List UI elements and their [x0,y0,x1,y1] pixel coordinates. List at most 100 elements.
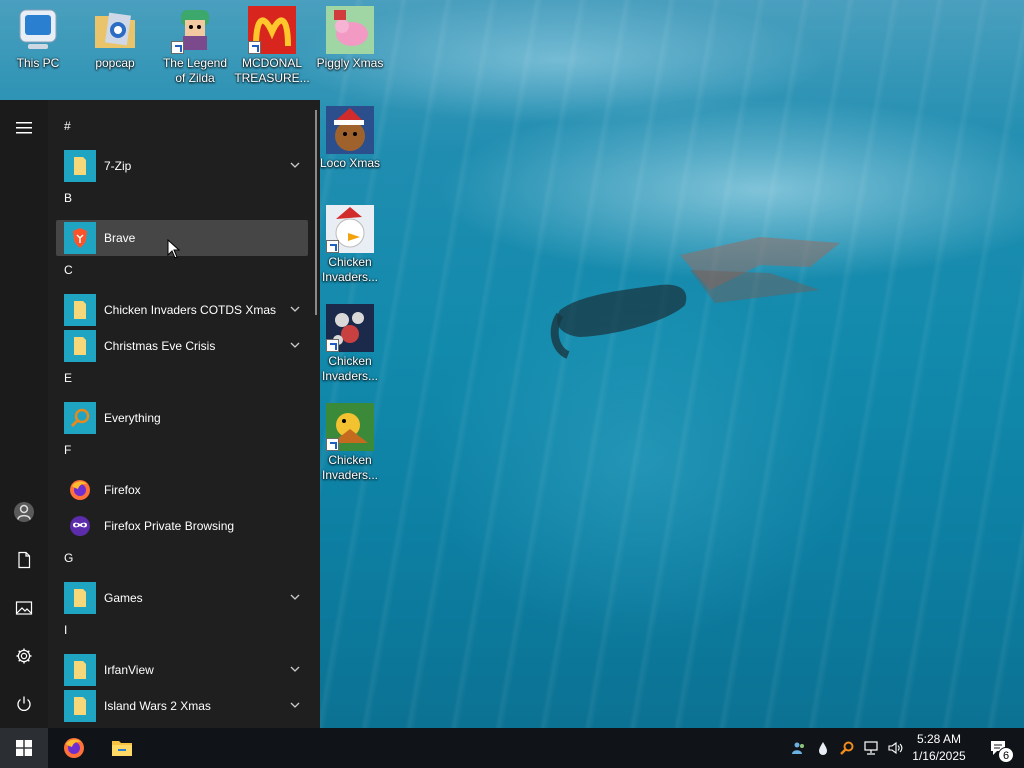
group-header-i[interactable]: I [56,616,308,652]
desktop-icon-chicken-invaders-2[interactable]: Chicken Invaders... [312,304,388,384]
start-button[interactable] [0,728,48,768]
group-header-f[interactable]: F [56,436,308,472]
desktop-icon-label: Chicken Invaders... [321,255,379,284]
power-icon [17,696,31,711]
expand-menu-button[interactable] [0,104,48,152]
tray-people-button[interactable] [790,739,808,757]
game-icon [326,6,374,54]
desktop-icon-label: MCDONAL TREASURE... [234,56,310,85]
app-label: Island Wars 2 Xmas [104,699,211,713]
shortcut-arrow-icon [326,240,339,253]
clock-time: 5:28 AM [916,732,962,746]
power-button[interactable] [0,680,48,728]
app-list-scrollbar[interactable] [315,110,317,315]
app-item-brave[interactable]: Brave [56,220,308,256]
group-header-e[interactable]: E [56,364,308,400]
folder-icon [64,294,96,326]
chevron-down-icon[interactable] [288,302,302,316]
start-menu-rail [0,100,48,728]
desktop-icon-label: popcap [95,56,135,70]
desktop-icon-label: The Legend of Zilda [162,56,228,85]
computer-icon [14,6,62,54]
app-item-everything[interactable]: Everything [56,400,308,436]
tray-network-button[interactable] [862,739,880,757]
desktop-icon-label: Piggly Xmas [316,56,384,70]
chevron-down-icon[interactable] [288,338,302,352]
droplet-icon [819,742,827,755]
chevron-down-icon[interactable] [288,662,302,676]
chevron-down-icon[interactable] [288,158,302,172]
app-item-island-wars-2-xmas[interactable]: Island Wars 2 Xmas [56,688,308,724]
folder-icon [91,6,139,54]
action-center-button[interactable]: 6 [978,728,1018,768]
group-header-c[interactable]: C [56,256,308,292]
desktop-icon-loco-xmas[interactable]: Loco Xmas [312,106,388,171]
settings-button[interactable] [0,632,48,680]
desktop-icon-this-pc[interactable]: This PC [0,6,76,71]
firefox-icon [64,474,96,506]
firefox-icon [64,738,84,758]
pictures-icon [15,601,33,615]
shortcut-arrow-icon [248,41,261,54]
game-icon [326,205,374,253]
tray-everything-button[interactable] [838,739,856,757]
group-header-g[interactable]: G [56,544,308,580]
document-icon [18,551,31,569]
desktop-icon-chicken-invaders-1[interactable]: Chicken Invaders... [312,205,388,285]
people-icon [792,742,804,754]
mouse-cursor-icon [167,239,181,259]
clock-date: 1/16/2025 [912,749,966,763]
desktop-icon-chicken-invaders-3[interactable]: Chicken Invaders... [312,403,388,483]
app-list: # 7-Zip B Brave C Chicken Invaders COTDS… [56,112,308,724]
app-label: Chicken Invaders COTDS Xmas [104,303,277,317]
desktop-icon-label: Chicken Invaders... [321,354,379,383]
folder-icon [112,741,132,756]
folder-icon [64,690,96,722]
windows-logo-icon [16,740,32,756]
app-item-games[interactable]: Games [56,580,308,616]
app-item-firefox[interactable]: Firefox [56,472,308,508]
diver-silhouette [550,237,840,359]
desktop-icon-popcap[interactable]: popcap [77,6,153,71]
group-header-hash[interactable]: # [56,112,308,148]
game-icon [326,403,374,451]
app-label: Firefox Private Browsing [104,519,235,533]
account-button[interactable] [0,488,48,536]
magnifier-icon [64,402,96,434]
folder-icon [64,150,96,182]
pictures-button[interactable] [0,584,48,632]
app-item-christmas-eve-crisis[interactable]: Christmas Eve Crisis [56,328,308,364]
magnifier-icon [840,741,854,755]
shortcut-arrow-icon [326,438,339,451]
game-icon [326,106,374,154]
desktop-icon-mcdonal-treasure[interactable]: MCDONAL TREASURE... [234,6,310,86]
app-item-7zip[interactable]: 7-Zip [56,148,308,184]
app-label: Everything [104,411,161,425]
tray-volume-button[interactable] [886,739,904,757]
app-label: Christmas Eve Crisis [104,339,216,353]
speaker-icon [888,741,903,755]
app-item-irfanview[interactable]: IrfanView [56,652,308,688]
desktop-icon-piggly-xmas[interactable]: Piggly Xmas [312,6,388,71]
app-item-firefox-private-browsing[interactable]: Firefox Private Browsing [56,508,308,544]
shortcut-arrow-icon [326,339,339,352]
app-item-chicken-invaders-cotds-xmas[interactable]: Chicken Invaders COTDS Xmas [56,292,308,328]
folder-icon [64,654,96,686]
documents-button[interactable] [0,536,48,584]
tray-droplet-button[interactable] [814,739,832,757]
taskbar-clock[interactable]: 5:28 AM 1/16/2025 [904,731,974,765]
user-icon [14,502,34,522]
app-label: IrfanView [104,663,154,677]
chevron-down-icon[interactable] [288,590,302,604]
brave-icon [64,222,96,254]
taskbar-firefox-button[interactable] [50,728,98,768]
firefox-private-icon [64,510,96,542]
chevron-down-icon[interactable] [288,698,302,712]
group-header-b[interactable]: B [56,184,308,220]
app-label: Firefox [104,483,141,497]
taskbar-file-explorer-button[interactable] [98,728,146,768]
desktop-icon-label: Chicken Invaders... [321,453,379,482]
taskbar: 5:28 AM 1/16/2025 6 [0,728,1024,768]
desktop-icon-legend-of-zilda[interactable]: The Legend of Zilda [157,6,233,86]
folder-icon [64,582,96,614]
